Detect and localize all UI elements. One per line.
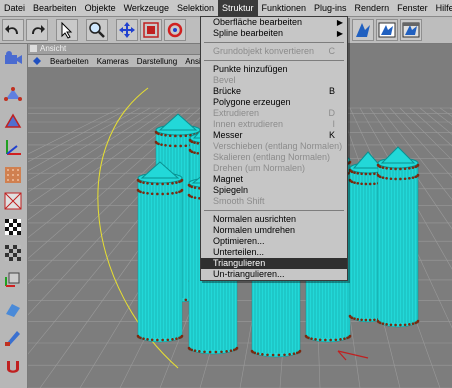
menu-item-spiegeln[interactable]: Spiegeln — [201, 185, 347, 196]
menu-item-oberflaeche-bearbeiten[interactable]: Oberfläche bearbeiten ▶ — [201, 17, 347, 28]
menu-separator — [204, 60, 344, 61]
viewport-menu-darstellung[interactable]: Darstellung — [133, 57, 181, 66]
menu-rendern[interactable]: Rendern — [351, 0, 394, 16]
texture-icon — [5, 167, 21, 183]
bevel-tool[interactable] — [2, 298, 24, 320]
edges-icon — [4, 113, 22, 128]
menu-objekte[interactable]: Objekte — [81, 0, 120, 16]
menu-item-innen-extrudieren[interactable]: Innen extrudieren I — [201, 119, 347, 130]
menu-funktionen[interactable]: Funktionen — [258, 0, 311, 16]
axis-tool[interactable] — [2, 136, 24, 158]
render-icon — [356, 23, 370, 37]
menu-item-optimieren[interactable]: Optimieren... — [201, 236, 347, 247]
pointer-button[interactable] — [56, 19, 78, 41]
render-settings-icon — [402, 22, 420, 38]
menu-item-bevel[interactable]: Bevel — [201, 75, 347, 86]
rotate-button[interactable] — [164, 19, 186, 41]
menu-item-grundobjekt-konvertieren[interactable]: Grundobjekt konvertieren C — [201, 46, 347, 57]
menu-item-un-triangulieren[interactable]: Un-triangulieren... — [201, 269, 347, 280]
menu-item-normalen-umdrehen[interactable]: Normalen umdrehen — [201, 225, 347, 236]
axis-icon — [6, 140, 21, 155]
menu-separator — [204, 42, 344, 43]
menu-bearbeiten[interactable]: Bearbeiten — [29, 0, 81, 16]
viewport-menu-kameras[interactable]: Kameras — [93, 57, 133, 66]
undo-button[interactable] — [2, 19, 24, 41]
scale-icon — [143, 22, 159, 38]
menu-struktur[interactable]: Struktur — [217, 0, 258, 16]
magnet-icon — [7, 361, 19, 373]
checker-grid-icon — [5, 245, 21, 261]
render-view-icon — [378, 22, 396, 38]
magnifier-icon — [89, 22, 105, 38]
menu-item-normalen-ausrichten[interactable]: Normalen ausrichten — [201, 214, 347, 225]
menu-item-magnet[interactable]: Magnet — [201, 174, 347, 185]
redo-button[interactable] — [26, 19, 48, 41]
menu-item-drehen-normalen[interactable]: Drehen (um Normalen) — [201, 163, 347, 174]
menu-item-unterteilen[interactable]: Unterteilen... — [201, 247, 347, 258]
bevel-icon — [6, 304, 20, 317]
cube-axis-icon — [5, 272, 20, 287]
render-view-button[interactable] — [376, 19, 398, 41]
texture-tool[interactable] — [2, 164, 24, 186]
checker-icon — [5, 219, 21, 235]
menu-item-triangulieren[interactable]: Triangulieren — [201, 258, 347, 269]
viewport-nav-icon[interactable] — [32, 56, 42, 66]
menu-plugins[interactable]: Plug-ins — [310, 0, 351, 16]
menu-hilfe[interactable]: Hilfe — [432, 0, 452, 16]
menu-item-polygone-erzeugen[interactable]: Polygone erzeugen — [201, 97, 347, 108]
menu-fenster[interactable]: Fenster — [393, 0, 432, 16]
checker-tool[interactable] — [2, 216, 24, 238]
menu-item-bruecke[interactable]: Brücke B — [201, 86, 347, 97]
magnet-tool[interactable] — [2, 356, 24, 378]
redo-icon — [32, 25, 45, 34]
uv-tool[interactable] — [2, 190, 24, 212]
menu-werkzeuge[interactable]: Werkzeuge — [120, 0, 173, 16]
undo-icon — [5, 25, 18, 34]
menu-item-skalieren-normalen[interactable]: Skalieren (entlang Normalen) — [201, 152, 347, 163]
menu-item-extrudieren[interactable]: Extrudieren D — [201, 108, 347, 119]
menu-item-verschieben-normalen[interactable]: Verschieben (entlang Normalen) — [201, 141, 347, 152]
submenu-arrow-icon: ▶ — [336, 29, 343, 38]
render-button[interactable] — [352, 19, 374, 41]
menu-item-spline-bearbeiten[interactable]: Spline bearbeiten ▶ — [201, 28, 347, 39]
menu-item-messer[interactable]: Messer K — [201, 130, 347, 141]
viewport-title: Ansicht — [40, 44, 67, 53]
uv-icon — [4, 192, 22, 210]
rotate-icon — [167, 22, 183, 38]
menu-item-punkte-hinzufuegen[interactable]: Punkte hinzufügen — [201, 64, 347, 75]
viewport-menu-bearbeiten[interactable]: Bearbeiten — [46, 57, 93, 66]
camera-icon — [5, 51, 22, 64]
cube-axis-tool[interactable] — [2, 268, 24, 290]
menubar: Datei Bearbeiten Objekte Werkzeuge Selek… — [0, 0, 452, 17]
viewport-close-icon[interactable] — [30, 45, 37, 52]
move-icon — [119, 22, 135, 38]
checker-tool-2[interactable] — [2, 242, 24, 264]
edges-tool[interactable] — [2, 110, 24, 132]
zoom-button[interactable] — [86, 19, 108, 41]
menu-selektion[interactable]: Selektion — [173, 0, 218, 16]
move-button[interactable] — [116, 19, 138, 41]
camera-tool[interactable] — [2, 48, 24, 70]
struktur-menu: Oberfläche bearbeiten ▶ Spline bearbeiten… — [200, 16, 348, 281]
paint-tool[interactable] — [2, 326, 24, 348]
menu-separator — [204, 210, 344, 211]
menu-item-smooth-shift[interactable]: Smooth Shift — [201, 196, 347, 207]
menu-datei[interactable]: Datei — [0, 0, 29, 16]
pointer-icon — [61, 21, 73, 39]
scale-button[interactable] — [140, 19, 162, 41]
world-axis — [337, 350, 369, 361]
paint-icon — [5, 331, 20, 346]
points-icon — [4, 87, 22, 101]
points-tool[interactable] — [2, 84, 24, 106]
submenu-arrow-icon: ▶ — [336, 18, 343, 27]
left-toolbar — [0, 44, 28, 388]
render-settings-button[interactable] — [400, 19, 422, 41]
